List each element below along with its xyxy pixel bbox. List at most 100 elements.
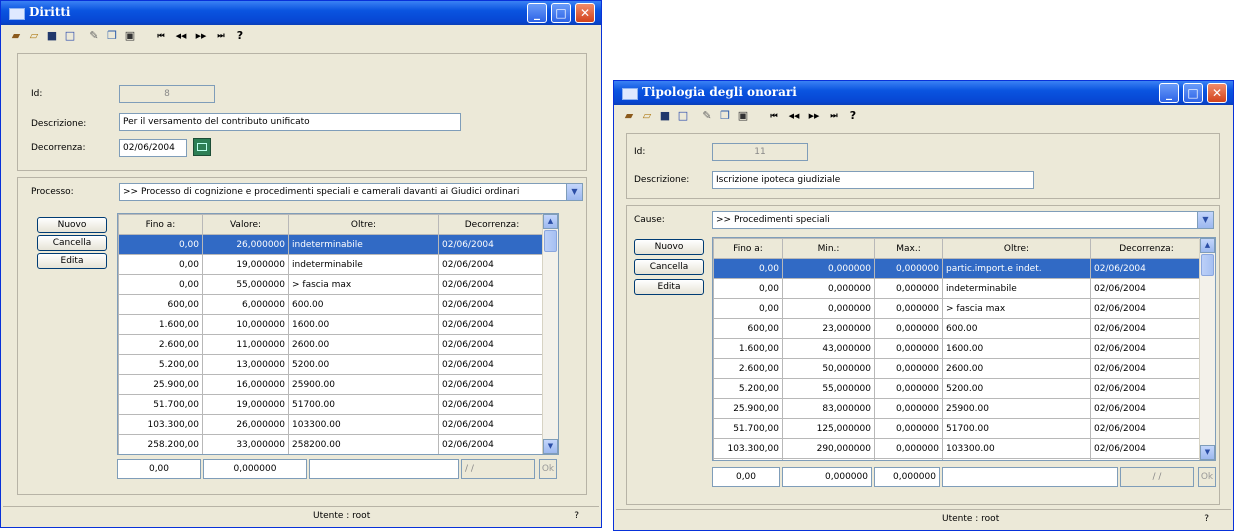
table-row[interactable]: 0,00 0,000000 0,000000 partic.import.e inde… (713, 258, 1203, 279)
title-bar[interactable]: Diritti _ □ ✕ (1, 1, 601, 25)
edit-valore-field[interactable]: 0,000000 (203, 459, 307, 479)
ok-button[interactable]: Ok (1198, 467, 1216, 487)
ok-button[interactable]: Ok (539, 459, 557, 479)
vertical-scrollbar[interactable]: ▲ ▼ (542, 214, 558, 454)
column-header[interactable]: Oltre: (942, 238, 1091, 259)
table-row[interactable]: 1.600,00 10,000000 1600.00 02/06/2004 (118, 314, 546, 335)
table-row[interactable]: 51.700,00 19,000000 51700.00 02/06/2004 (118, 394, 546, 415)
edit-fino-field[interactable]: 0,00 (712, 467, 780, 487)
open-folder-icon[interactable]: ▰ (9, 29, 23, 43)
cancella-button[interactable]: Cancella (37, 235, 107, 251)
edit-fino-field[interactable]: 0,00 (117, 459, 201, 479)
scroll-thumb[interactable] (544, 230, 557, 252)
save-icon[interactable]: ■ (658, 109, 672, 123)
table-row[interactable]: 51.700,00 125,000000 0,000000 51700.00 02/06… (713, 418, 1203, 439)
scroll-down-icon[interactable]: ▼ (1200, 445, 1215, 460)
scroll-up-icon[interactable]: ▲ (1200, 238, 1215, 253)
edit-decorrenza-field[interactable]: / / (1120, 467, 1194, 487)
scroll-down-icon[interactable]: ▼ (543, 439, 558, 454)
edit-min-field[interactable]: 0,000000 (782, 467, 872, 487)
help-icon[interactable]: ? (233, 29, 247, 43)
close-button[interactable]: ✕ (1207, 83, 1227, 103)
scroll-up-icon[interactable]: ▲ (543, 214, 558, 229)
open-icon[interactable]: ▱ (27, 29, 41, 43)
table-row[interactable]: 258.200,00 33,000000 258200.00 02/06/2004 (118, 434, 546, 454)
last-record-icon[interactable]: ⏭ (824, 109, 844, 123)
chevron-down-icon[interactable]: ▼ (1197, 212, 1213, 228)
edita-button[interactable]: Edita (37, 253, 107, 269)
new-document-icon[interactable]: □ (63, 29, 77, 43)
copy-icon[interactable]: ❐ (105, 29, 119, 43)
help-icon[interactable]: ? (846, 109, 860, 123)
processo-select[interactable]: >> Processo di cognizione e procedimenti… (119, 183, 583, 201)
table-row[interactable]: 1.600,00 43,000000 0,000000 1600.00 02/06/20… (713, 338, 1203, 359)
column-header[interactable]: Decorrenza: (1090, 238, 1203, 259)
table-row[interactable]: 0,00 55,000000 > fascia max 02/06/2004 (118, 274, 546, 295)
descrizione-field[interactable]: Iscrizione ipoteca giudiziale (712, 171, 1034, 189)
table-row[interactable]: 0,00 0,000000 0,000000 indeterminabile 02/06… (713, 278, 1203, 299)
close-button[interactable]: ✕ (575, 3, 595, 23)
table-row[interactable]: 5.200,00 55,000000 0,000000 5200.00 02/06/20… (713, 378, 1203, 399)
column-header[interactable]: Valore: (202, 214, 289, 235)
table-row[interactable]: 2.600,00 50,000000 0,000000 2600.00 02/06/20… (713, 358, 1203, 379)
first-record-icon[interactable]: ⏮ (151, 29, 171, 43)
new-document-icon[interactable]: □ (676, 109, 690, 123)
column-header[interactable]: Fino a: (118, 214, 203, 235)
table-row[interactable]: 103.300,00 26,000000 103300.00 02/06/2004 (118, 414, 546, 435)
wand-icon[interactable]: ✎ (87, 29, 101, 43)
table-row[interactable]: 0,00 26,000000 indeterminabile 02/06/2004 (118, 234, 546, 255)
paste-icon[interactable]: ▣ (123, 29, 137, 43)
vertical-scrollbar[interactable]: ▲ ▼ (1199, 238, 1215, 460)
id-field: 8 (119, 85, 215, 103)
nuovo-button[interactable]: Nuovo (634, 239, 704, 255)
title-bar[interactable]: Tipologia degli onorari _ □ ✕ (614, 81, 1233, 105)
last-record-icon[interactable]: ⏭ (211, 29, 231, 43)
table-row[interactable]: 2.600,00 11,000000 2600.00 02/06/2004 (118, 334, 546, 355)
cancella-button[interactable]: Cancella (634, 259, 704, 275)
previous-record-icon[interactable]: ◀◀ (171, 29, 191, 43)
next-record-icon[interactable]: ▶▶ (804, 109, 824, 123)
cause-select[interactable]: >> Procedimenti speciali ▼ (712, 211, 1214, 229)
save-icon[interactable]: ■ (45, 29, 59, 43)
decorrenza-field[interactable]: 02/06/2004 (119, 139, 187, 157)
minimize-button[interactable]: _ (1159, 83, 1179, 103)
chevron-down-icon[interactable]: ▼ (566, 184, 582, 200)
edit-decorrenza-field[interactable]: / / (461, 459, 535, 479)
column-header[interactable]: Min.: (782, 238, 875, 259)
edit-oltre-field[interactable] (942, 467, 1118, 487)
calendar-icon[interactable] (193, 138, 211, 156)
paste-icon[interactable]: ▣ (736, 109, 750, 123)
maximize-button[interactable]: □ (1183, 83, 1203, 103)
table-row[interactable]: 5.200,00 13,000000 5200.00 02/06/2004 (118, 354, 546, 375)
previous-record-icon[interactable]: ◀◀ (784, 109, 804, 123)
edit-oltre-field[interactable] (309, 459, 459, 479)
processo-label: Processo: (31, 187, 74, 197)
table-row[interactable]: 25.900,00 83,000000 0,000000 25900.00 02/06/… (713, 398, 1203, 419)
first-record-icon[interactable]: ⏮ (764, 109, 784, 123)
table-row[interactable]: 103.300,00 290,000000 0,000000 103300.00 02/… (713, 438, 1203, 459)
table-row[interactable]: 0,00 19,000000 indeterminabile 02/06/2004 (118, 254, 546, 275)
table-row[interactable]: 0,00 0,000000 0,000000 > fascia max 02/06/20… (713, 298, 1203, 319)
scroll-thumb[interactable] (1201, 254, 1214, 276)
table-row[interactable]: 600,00 6,000000 600.00 02/06/2004 (118, 294, 546, 315)
table-row[interactable]: 600,00 23,000000 0,000000 600.00 02/06/2004 (713, 318, 1203, 339)
next-record-icon[interactable]: ▶▶ (191, 29, 211, 43)
minimize-button[interactable]: _ (527, 3, 547, 23)
descrizione-field[interactable]: Per il versamento del contributo unifica… (119, 113, 461, 131)
copy-icon[interactable]: ❐ (718, 109, 732, 123)
nuovo-button[interactable]: Nuovo (37, 217, 107, 233)
edit-max-field[interactable]: 0,000000 (874, 467, 940, 487)
table-row[interactable]: 258.200,00420,0000000,000000258200.0002/… (713, 458, 1203, 460)
open-folder-icon[interactable]: ▰ (622, 109, 636, 123)
column-header[interactable]: Max.: (874, 238, 943, 259)
column-header[interactable]: Oltre: (288, 214, 439, 235)
table-row[interactable]: 25.900,00 16,000000 25900.00 02/06/2004 (118, 374, 546, 395)
data-grid[interactable]: Fino a: Valore: Oltre: Decorrenza: 0,00 26,0… (117, 213, 559, 455)
wand-icon[interactable]: ✎ (700, 109, 714, 123)
column-header[interactable]: Decorrenza: (438, 214, 546, 235)
data-grid[interactable]: Fino a: Min.: Max.: Oltre: Decorrenza: 0,00 0… (712, 237, 1216, 461)
edita-button[interactable]: Edita (634, 279, 704, 295)
column-header[interactable]: Fino a: (713, 238, 783, 259)
maximize-button[interactable]: □ (551, 3, 571, 23)
open-icon[interactable]: ▱ (640, 109, 654, 123)
